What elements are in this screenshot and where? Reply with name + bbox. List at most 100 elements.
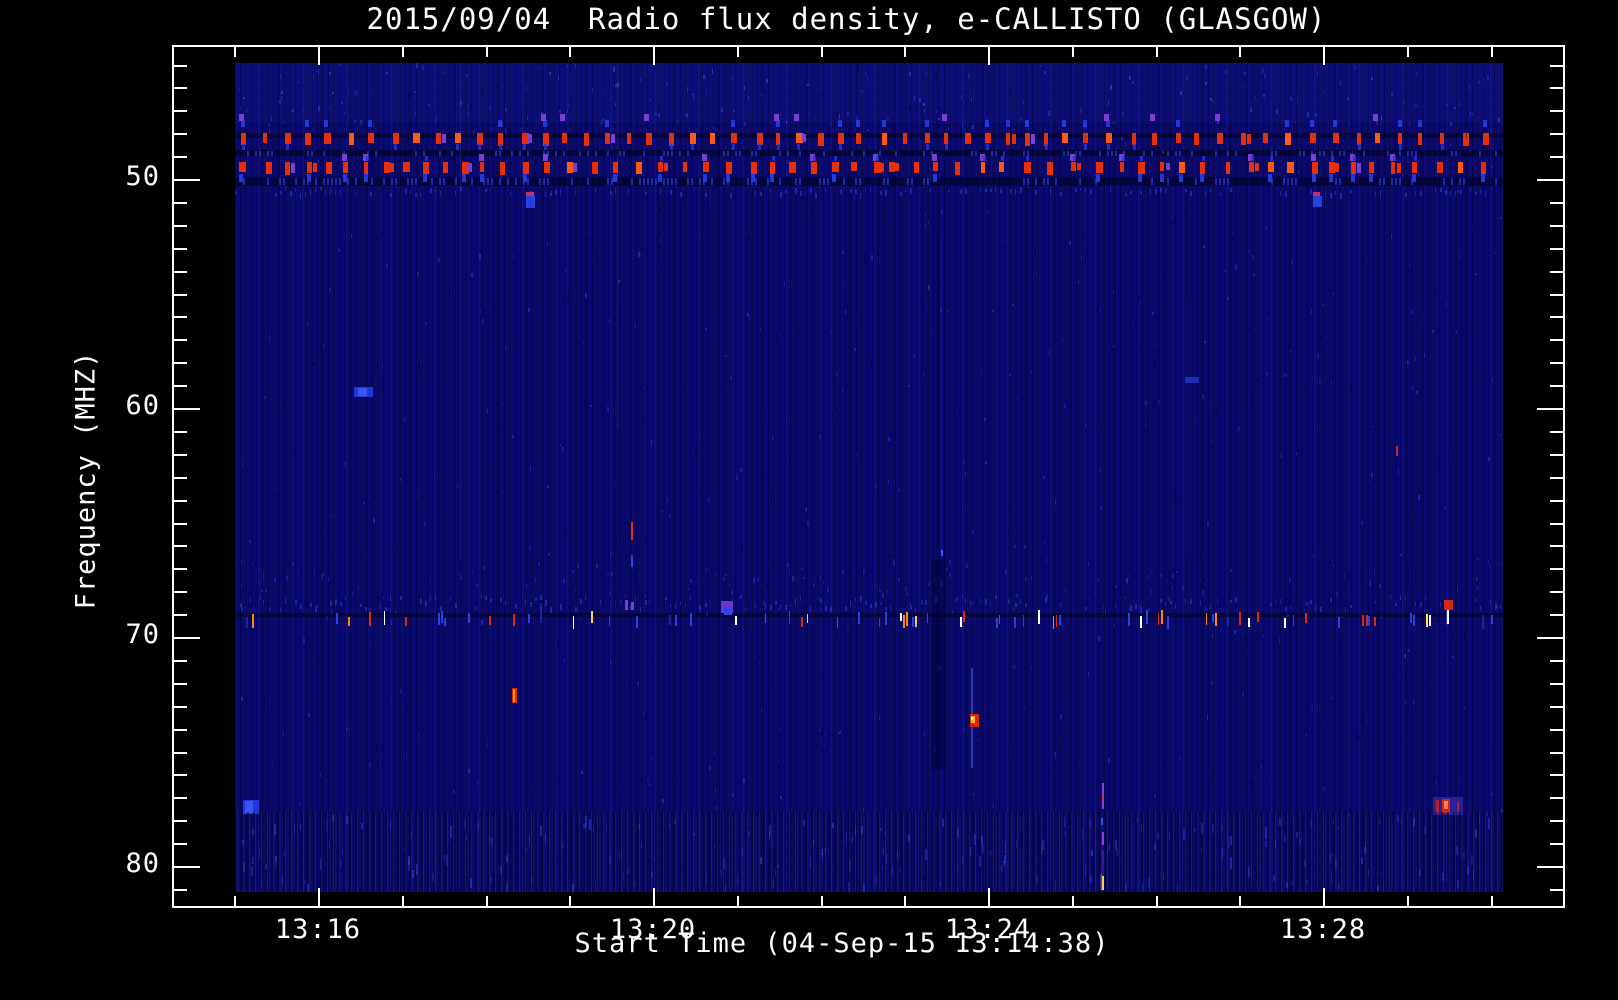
bottom-streak — [431, 873, 434, 881]
speckle — [1325, 190, 1326, 195]
noise-speckle — [880, 601, 883, 606]
bottom-streak — [1331, 872, 1333, 883]
noise-speckle — [1084, 423, 1087, 429]
noise-speckle — [909, 602, 912, 605]
speckle — [420, 192, 421, 198]
dense-tick — [1191, 150, 1193, 156]
speckle — [1230, 599, 1232, 604]
bottom-streak — [1396, 815, 1399, 823]
noise-speckle — [490, 127, 493, 131]
speckle — [765, 603, 766, 610]
noise-speckle — [562, 579, 565, 584]
dense-tick — [559, 178, 561, 186]
speckle — [1455, 191, 1456, 195]
noise-speckle — [1500, 434, 1502, 437]
dense-tick — [1279, 150, 1281, 156]
dense-tick — [1451, 150, 1453, 156]
faint-vertical-artifact — [616, 64, 618, 429]
carrier-dash — [1413, 614, 1416, 626]
noise-speckle — [1170, 215, 1172, 219]
bottom-streak — [1457, 879, 1460, 889]
noise-speckle — [343, 462, 346, 467]
speckle — [1135, 604, 1137, 610]
speckle — [510, 192, 511, 197]
burst-sideband — [1312, 174, 1317, 183]
y-minor-tick — [174, 545, 187, 547]
rfi-burst — [1417, 133, 1423, 145]
x-minor-tick — [1239, 47, 1241, 57]
dense-tick — [1111, 150, 1113, 156]
y-minor-tick — [174, 591, 187, 593]
noise-speckle — [1062, 338, 1065, 342]
dense-tick — [1251, 178, 1253, 186]
noise-speckle — [1422, 318, 1425, 321]
noise-speckle — [383, 237, 385, 242]
noise-speckle — [926, 71, 928, 77]
carrier-dash — [903, 614, 906, 628]
speckle — [280, 606, 281, 612]
bottom-streak — [769, 824, 772, 837]
bottom-streak — [1479, 816, 1481, 824]
noise-speckle — [649, 599, 651, 603]
dense-tick — [435, 178, 437, 186]
rfi-burst — [262, 133, 268, 144]
noise-speckle — [1013, 544, 1016, 548]
noise-speckle — [1168, 597, 1171, 601]
noise-speckle — [268, 335, 270, 338]
noise-speckle — [784, 281, 786, 286]
y-minor-tick — [174, 660, 187, 662]
rfi-burst — [1030, 134, 1035, 145]
noise-speckle — [735, 475, 738, 480]
dense-tick — [839, 178, 841, 186]
carrier-dash — [336, 612, 339, 624]
dark-speckle — [1155, 172, 1157, 178]
noise-speckle — [1209, 97, 1212, 101]
dark-speckle — [1227, 591, 1230, 598]
bottom-streak — [1278, 818, 1281, 826]
burst-sideband — [1202, 156, 1206, 162]
noise-speckle — [1459, 255, 1461, 260]
speckle — [685, 604, 686, 608]
dense-tick — [1167, 178, 1169, 186]
rfi-burst — [1024, 162, 1031, 174]
noise-speckle — [1357, 138, 1359, 142]
rfi-burst — [325, 162, 333, 175]
dense-tick — [939, 150, 941, 156]
noise-speckle — [374, 381, 377, 386]
dense-tick — [763, 150, 765, 156]
bottom-streak — [319, 858, 321, 871]
dense-tick — [1423, 178, 1425, 186]
bottom-streak — [1264, 841, 1267, 848]
bottom-streak — [1400, 819, 1402, 825]
noise-speckle — [687, 588, 690, 591]
y-minor-tick — [1550, 706, 1563, 708]
burst-event — [1444, 800, 1448, 809]
y-minor-tick — [174, 271, 187, 273]
dense-tick — [323, 150, 325, 156]
dense-tick — [1235, 150, 1237, 156]
y-minor-tick — [174, 523, 187, 525]
dense-tick — [959, 178, 961, 186]
noise-speckle — [654, 111, 657, 116]
noise-speckle — [699, 236, 701, 241]
speckle — [865, 600, 867, 605]
noise-speckle — [1230, 568, 1233, 573]
dense-tick — [507, 150, 509, 156]
burst-sideband — [1200, 174, 1205, 183]
dense-tick — [1379, 178, 1381, 186]
speckle — [770, 188, 771, 194]
noise-speckle — [1210, 438, 1212, 443]
speckle — [290, 190, 292, 196]
y-minor-tick — [1550, 683, 1563, 685]
noise-speckle — [1112, 624, 1115, 628]
noise-speckle — [638, 252, 641, 257]
bottom-striping — [235, 812, 1503, 892]
carrier-dash — [960, 617, 963, 628]
dense-tick — [691, 150, 693, 156]
bottom-streak — [668, 822, 670, 830]
dense-tick — [987, 178, 989, 186]
burst-sideband — [1329, 174, 1334, 183]
bottom-streak — [628, 869, 630, 875]
dense-tick — [451, 150, 453, 156]
noise-speckle — [1206, 521, 1209, 526]
